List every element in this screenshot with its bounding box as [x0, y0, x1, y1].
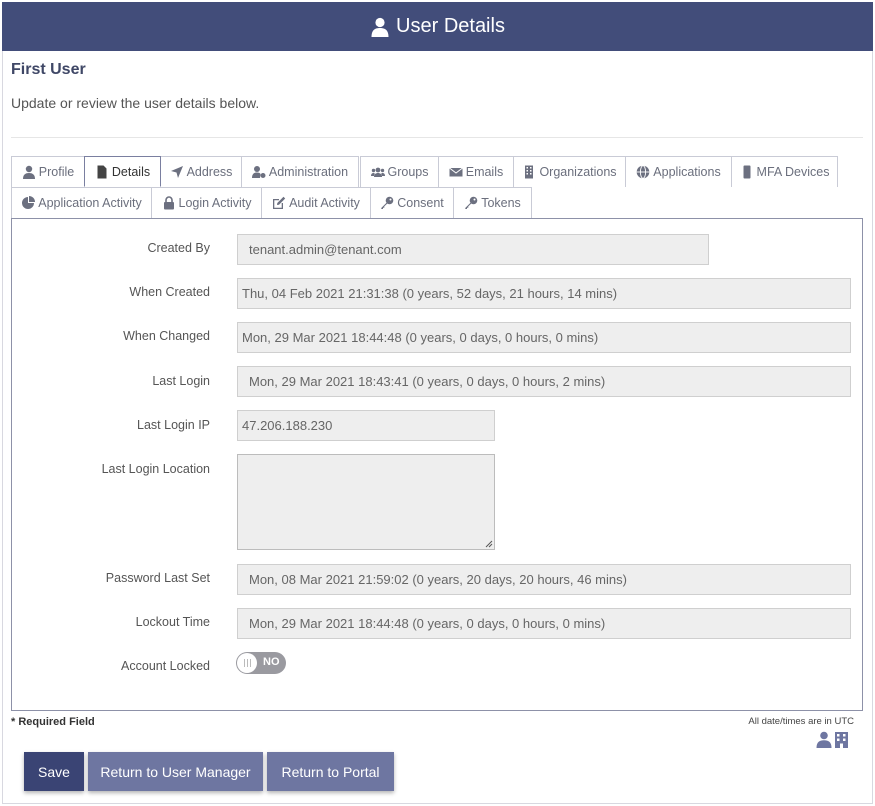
- return-to-portal-button[interactable]: Return to Portal: [267, 752, 394, 791]
- user-icon: [371, 17, 389, 37]
- edit-icon: [273, 196, 286, 209]
- document-icon: [97, 165, 107, 178]
- tab-label: Groups: [387, 165, 429, 179]
- tab-label: Login Activity: [178, 196, 252, 210]
- page-title: User Details: [396, 15, 505, 37]
- tab-label: Application Activity: [38, 196, 142, 210]
- tab-label: Tokens: [481, 196, 521, 210]
- last-login-field[interactable]: Mon, 29 Mar 2021 18:43:41 (0 years, 0 da…: [237, 366, 851, 397]
- when-changed-label: When Changed: [123, 329, 210, 343]
- tab-label: Address: [186, 165, 233, 179]
- tab-address[interactable]: Address: [160, 156, 242, 187]
- tab-label: Administration: [268, 165, 349, 179]
- created-by-label: Created By: [147, 241, 210, 255]
- last-login-ip-label: Last Login IP: [137, 418, 210, 432]
- tab-audit-activity[interactable]: Audit Activity: [261, 187, 371, 218]
- tab-details[interactable]: Details: [84, 156, 161, 187]
- user-name: First User: [11, 61, 86, 78]
- when-created-field[interactable]: Thu, 04 Feb 2021 21:31:38 (0 years, 52 d…: [237, 278, 851, 309]
- user-building-icon: [816, 731, 848, 748]
- password-last-set-label: Password Last Set: [105, 571, 210, 585]
- building-icon: [525, 165, 534, 179]
- tab-organizations[interactable]: Organizations: [513, 156, 626, 187]
- when-created-label: When Created: [129, 285, 210, 299]
- toggle-knob: [237, 653, 257, 673]
- tab-applications[interactable]: Applications: [625, 156, 732, 187]
- utc-note: All date/times are in UTC: [748, 716, 854, 727]
- account-locked-toggle[interactable]: NO: [236, 652, 286, 674]
- tab-consent[interactable]: Consent: [370, 187, 454, 218]
- lockout-time-field[interactable]: Mon, 29 Mar 2021 18:44:48 (0 years, 0 da…: [237, 608, 851, 639]
- tab-label: Consent: [397, 196, 444, 210]
- mobile-icon: [743, 165, 751, 179]
- tab-application-activity[interactable]: Application Activity: [11, 187, 152, 218]
- tab-label: Audit Activity: [289, 196, 360, 210]
- key-icon: [465, 196, 478, 209]
- tab-label: Organizations: [539, 165, 617, 179]
- tab-login-activity[interactable]: Login Activity: [151, 187, 262, 218]
- globe-icon: [636, 165, 650, 179]
- created-by-field[interactable]: tenant.admin@tenant.com: [237, 234, 709, 265]
- page-header: User Details: [2, 2, 873, 51]
- tab-label: Applications: [653, 165, 721, 179]
- when-changed-field[interactable]: Mon, 29 Mar 2021 18:44:48 (0 years, 0 da…: [237, 322, 851, 353]
- password-last-set-field[interactable]: Mon, 08 Mar 2021 21:59:02 (0 years, 20 d…: [237, 564, 851, 595]
- tab-label: Emails: [465, 165, 504, 179]
- users-icon: [370, 167, 385, 177]
- tab-label: Profile: [38, 165, 75, 179]
- last-login-label: Last Login: [152, 374, 210, 388]
- pie-chart-icon: [22, 196, 36, 209]
- save-button[interactable]: Save: [24, 752, 84, 791]
- tab-mfa-devices[interactable]: MFA Devices: [731, 156, 838, 187]
- last-login-ip-field[interactable]: 47.206.188.230: [237, 410, 495, 441]
- page-subtitle: Update or review the user details below.: [11, 95, 260, 111]
- toggle-state-text: NO: [263, 656, 280, 668]
- lockout-time-label: Lockout Time: [135, 615, 210, 629]
- tab-administration[interactable]: Administration: [241, 156, 359, 187]
- user-cog-icon: [251, 166, 266, 178]
- required-field-note: * Required Field: [11, 716, 95, 728]
- user-icon: [22, 165, 35, 179]
- tab-groups[interactable]: Groups: [360, 156, 439, 187]
- last-login-location-field[interactable]: [237, 454, 495, 550]
- tab-label: MFA Devices: [756, 165, 830, 179]
- envelope-icon: [448, 167, 463, 177]
- divider: [11, 137, 863, 138]
- last-login-location-label: Last Login Location: [101, 462, 210, 476]
- tab-profile[interactable]: Profile: [11, 156, 85, 187]
- utc-icons: [816, 731, 850, 754]
- tab-emails[interactable]: Emails: [438, 156, 514, 187]
- key-icon: [381, 196, 394, 209]
- lock-icon: [163, 196, 174, 210]
- location-arrow-icon: [170, 166, 183, 178]
- resize-grip-icon[interactable]: [485, 540, 493, 548]
- tab-label: Details: [111, 164, 151, 179]
- return-to-user-manager-button[interactable]: Return to User Manager: [88, 752, 263, 791]
- account-locked-label: Account Locked: [121, 659, 210, 673]
- tab-tokens[interactable]: Tokens: [453, 187, 532, 218]
